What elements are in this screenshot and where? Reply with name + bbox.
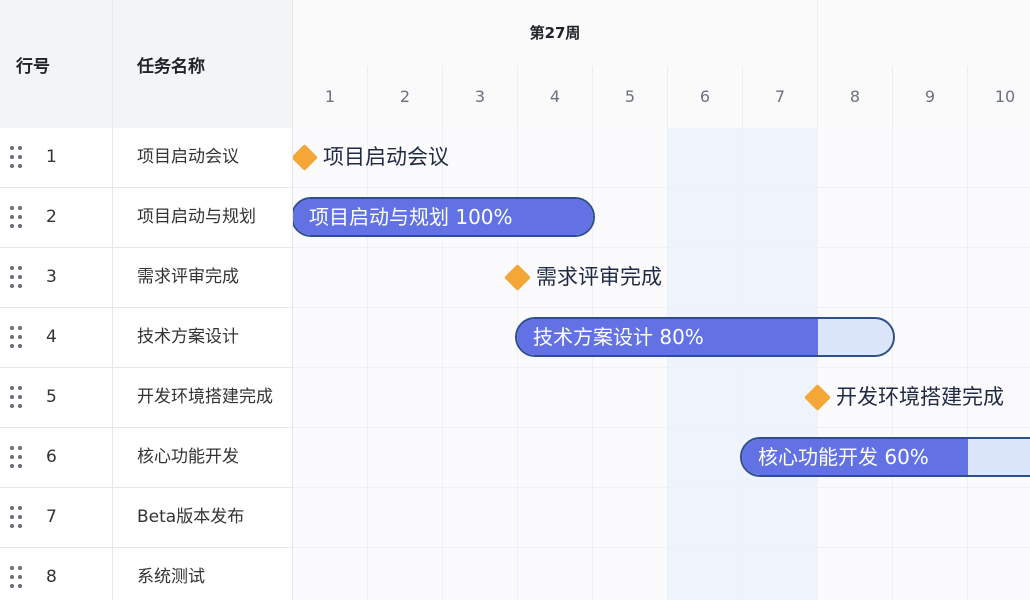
row-number: 3 bbox=[46, 267, 57, 287]
drag-handle-icon[interactable] bbox=[10, 506, 24, 530]
task-bar-label: 技术方案设计 80% bbox=[533, 325, 704, 349]
task-bar-label: 项目启动与规划 100% bbox=[309, 205, 513, 229]
row-number-cell: 3 bbox=[0, 248, 113, 307]
row-number: 7 bbox=[46, 507, 57, 527]
table-row[interactable]: 4 技术方案设计 bbox=[0, 308, 292, 368]
row-number: 1 bbox=[46, 147, 57, 167]
row-number-cell: 6 bbox=[0, 428, 113, 487]
row-number-cell: 2 bbox=[0, 188, 113, 247]
table-row[interactable]: 8 系统测试 bbox=[0, 548, 292, 600]
row-number-cell: 4 bbox=[0, 308, 113, 367]
row-number-cell: 8 bbox=[0, 548, 113, 600]
row-number-cell: 7 bbox=[0, 488, 113, 547]
timeline: 第27周 1 2 3 4 5 6 7 8 9 10 项目启动会议 项目启动与规划… bbox=[293, 0, 1030, 600]
task-grid-header: 行号 任务名称 bbox=[0, 0, 292, 129]
task-name: 需求评审完成 bbox=[137, 267, 239, 287]
row-number: 8 bbox=[46, 567, 57, 587]
task-bar[interactable]: 核心功能开发 60% bbox=[740, 437, 1030, 477]
table-row[interactable]: 3 需求评审完成 bbox=[0, 248, 292, 308]
task-name: 核心功能开发 bbox=[137, 447, 239, 467]
timeline-body: 项目启动会议 项目启动与规划 100% 需求评审完成 技术方案设计 80% 开发… bbox=[293, 128, 1030, 600]
task-name: 技术方案设计 bbox=[137, 327, 239, 347]
task-name: 项目启动与规划 bbox=[137, 207, 256, 227]
milestone-diamond-icon[interactable] bbox=[504, 264, 531, 291]
timeline-day-header: 1 2 3 4 5 6 7 8 9 10 bbox=[293, 66, 1030, 129]
row-number: 5 bbox=[46, 387, 57, 407]
drag-handle-icon[interactable] bbox=[10, 206, 24, 230]
task-grid: 行号 任务名称 1 项目启动会议 2 项目启动与规划 3 需求评审完成 4 技术… bbox=[0, 0, 293, 600]
task-name: 项目启动会议 bbox=[137, 147, 239, 167]
day-label: 7 bbox=[743, 66, 818, 128]
column-header-row-number[interactable]: 行号 bbox=[0, 0, 113, 128]
day-label: 1 bbox=[293, 66, 368, 128]
timeline-week-header: 第27周 bbox=[293, 0, 1030, 67]
day-label: 6 bbox=[668, 66, 743, 128]
table-row[interactable]: 2 项目启动与规划 bbox=[0, 188, 292, 248]
task-name: 开发环境搭建完成 bbox=[137, 387, 273, 407]
milestone-diamond-icon[interactable] bbox=[293, 144, 318, 171]
table-row[interactable]: 6 核心功能开发 bbox=[0, 428, 292, 488]
week-label: 第27周 bbox=[293, 0, 818, 66]
day-label: 3 bbox=[443, 66, 518, 128]
day-label: 5 bbox=[593, 66, 668, 128]
task-name: 系统测试 bbox=[137, 567, 205, 587]
day-label: 9 bbox=[893, 66, 968, 128]
milestone-label: 需求评审完成 bbox=[536, 265, 662, 289]
row-number: 2 bbox=[46, 207, 57, 227]
day-label: 4 bbox=[518, 66, 593, 128]
task-bar-label: 核心功能开发 60% bbox=[758, 445, 929, 469]
drag-handle-icon[interactable] bbox=[10, 266, 24, 290]
drag-handle-icon[interactable] bbox=[10, 566, 24, 590]
milestone-label: 开发环境搭建完成 bbox=[836, 385, 1004, 409]
day-label: 2 bbox=[368, 66, 443, 128]
drag-handle-icon[interactable] bbox=[10, 446, 24, 470]
drag-handle-icon[interactable] bbox=[10, 386, 24, 410]
drag-handle-icon[interactable] bbox=[10, 326, 24, 350]
task-bar[interactable]: 项目启动与规划 100% bbox=[293, 197, 595, 237]
table-row[interactable]: 1 项目启动会议 bbox=[0, 128, 292, 188]
weekend-column bbox=[743, 128, 818, 600]
row-number: 4 bbox=[46, 327, 57, 347]
row-number-cell: 5 bbox=[0, 368, 113, 427]
row-number-cell: 1 bbox=[0, 128, 113, 187]
task-bar[interactable]: 技术方案设计 80% bbox=[515, 317, 895, 357]
task-name: Beta版本发布 bbox=[137, 507, 245, 527]
column-header-task-name[interactable]: 任务名称 bbox=[113, 0, 292, 128]
day-label: 8 bbox=[818, 66, 893, 128]
day-label: 10 bbox=[968, 66, 1030, 128]
drag-handle-icon[interactable] bbox=[10, 146, 24, 170]
row-number: 6 bbox=[46, 447, 57, 467]
gantt-chart-app: 行号 任务名称 1 项目启动会议 2 项目启动与规划 3 需求评审完成 4 技术… bbox=[0, 0, 1030, 600]
table-row[interactable]: 5 开发环境搭建完成 bbox=[0, 368, 292, 428]
weekend-column bbox=[668, 128, 743, 600]
table-row[interactable]: 7 Beta版本发布 bbox=[0, 488, 292, 548]
milestone-label: 项目启动会议 bbox=[323, 145, 449, 169]
